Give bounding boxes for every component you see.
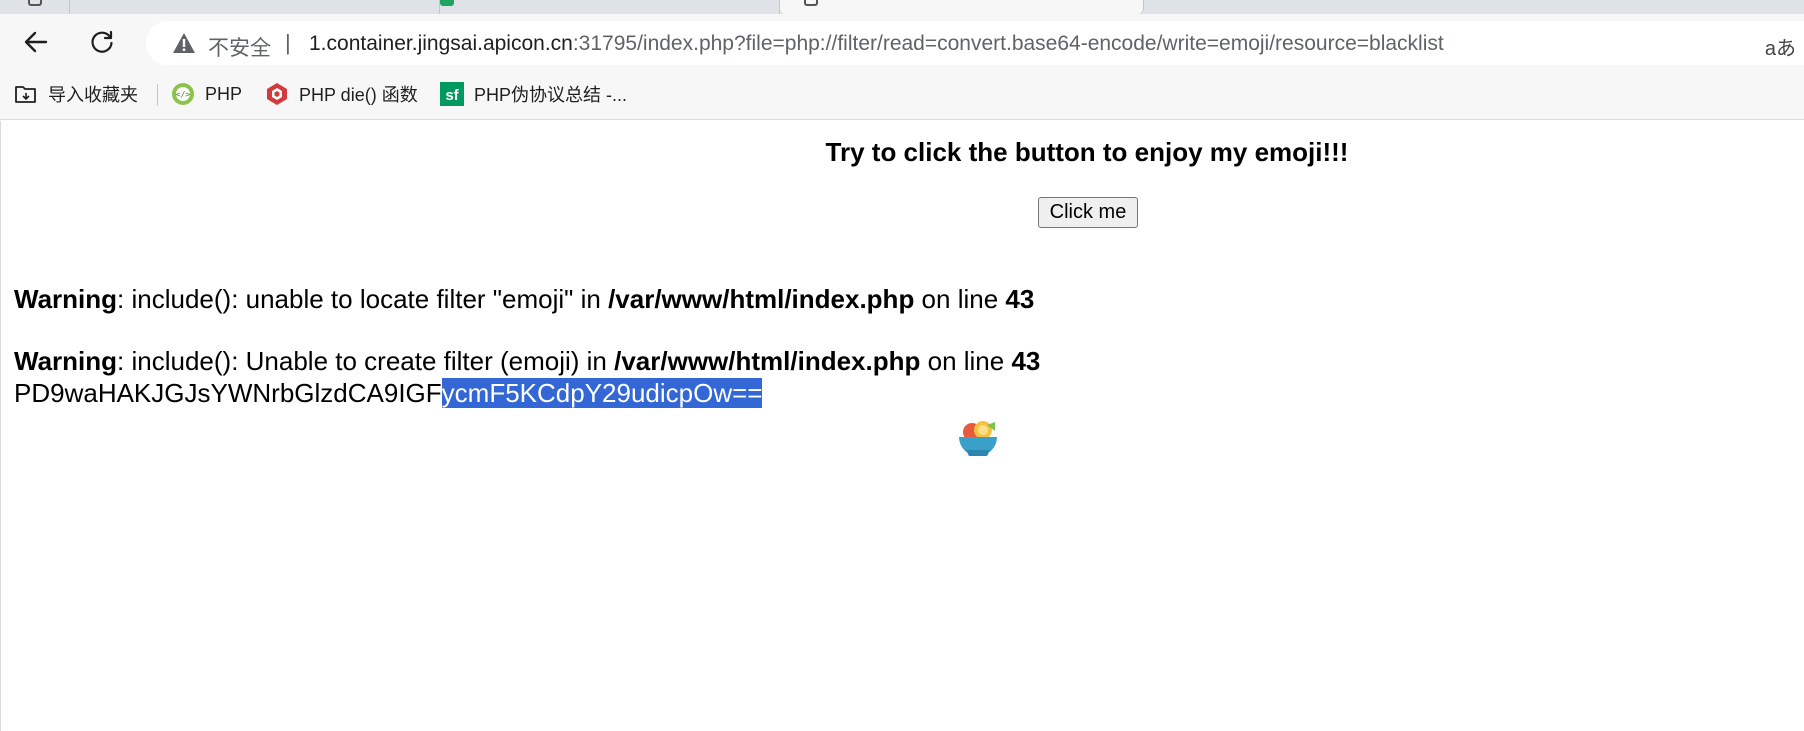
base64-output: PD9waHAKJGJsYWNrbGlzdCA9IGFycmF5KCdpY29u… (14, 378, 763, 409)
bookmark-label: 导入收藏夹 (48, 85, 138, 105)
tab-2[interactable] (70, 0, 440, 14)
bookmark-php-protocols[interactable]: sf PHP伪协议总结 -... (440, 81, 627, 107)
navigation-toolbar: 不安全 | 1.container.jingsai.apicon.cn:3179… (0, 14, 1804, 70)
tab-favicon-icon (804, 0, 818, 6)
warning-label: Warning (14, 284, 118, 314)
warning-path: /var/www/html/index.php (614, 346, 921, 376)
back-button[interactable] (16, 24, 56, 60)
fruit-bowl-emoji (959, 421, 997, 456)
web-page-content: Try to click the button to enjoy my emoj… (0, 121, 1804, 731)
bookmarks-bar: 导入收藏夹 </> PHP PHP die() 函数 sf PHP伪协议总结 -… (0, 70, 1804, 120)
page-headline: Try to click the button to enjoy my emoj… (825, 137, 1349, 167)
reload-icon (91, 30, 113, 53)
url-text[interactable]: 1.container.jingsai.apicon.cn:31795/inde… (309, 32, 1444, 56)
runoob-icon (265, 82, 289, 106)
reload-button[interactable] (82, 24, 122, 60)
not-secure-label[interactable]: 不安全 (208, 32, 271, 62)
svg-text:sf: sf (445, 87, 459, 104)
bookmark-php-die[interactable]: PHP die() 函数 (265, 81, 418, 107)
address-bar[interactable]: 不安全 | 1.container.jingsai.apicon.cn:3179… (146, 21, 1804, 65)
warning-label: Warning (14, 346, 118, 376)
bookmark-label: PHP die() 函数 (299, 85, 418, 105)
php-site-icon: </> (171, 82, 195, 106)
warning-on-line: on line (920, 346, 1012, 376)
warning-message: : include(): unable to locate filter "em… (117, 284, 609, 314)
not-secure-warning-icon[interactable] (172, 32, 196, 54)
tab-3[interactable] (440, 0, 780, 14)
bookmark-label: PHP伪协议总结 -... (474, 85, 628, 105)
tab-strip (0, 0, 1804, 14)
tab-favicon-icon (28, 0, 42, 6)
warning-on-line: on line (914, 284, 1006, 314)
php-warning-1: Warning: include(): unable to locate fil… (14, 284, 1034, 315)
url-path: :31795/index.php?file=php://filter/read=… (572, 32, 1444, 55)
bookmark-label: PHP (205, 83, 243, 104)
bookmark-import-favorites[interactable]: 导入收藏夹 (14, 81, 138, 107)
base64-selected-text: ycmF5KCdpY29udicpOw== (441, 378, 763, 408)
tab-active[interactable] (780, 0, 1144, 14)
tab-1[interactable] (0, 0, 70, 14)
back-arrow-icon (24, 31, 48, 53)
tab-favicon-icon (440, 0, 454, 6)
read-aloud-icon[interactable]: aあ (1765, 32, 1796, 61)
svg-text:</>: </> (176, 90, 191, 99)
warning-path: /var/www/html/index.php (608, 284, 915, 314)
import-favorites-icon (14, 82, 38, 106)
warning-line-number: 43 (1005, 284, 1035, 314)
url-host: 1.container.jingsai.apicon.cn (309, 32, 573, 55)
base64-plain-text: PD9waHAKJGJsYWNrbGlzdCA9IGF (14, 378, 442, 408)
php-warning-2: Warning: include(): Unable to create fil… (14, 346, 1040, 377)
segmentfault-icon: sf (440, 82, 464, 106)
warning-message: : include(): Unable to create filter (em… (117, 346, 615, 376)
address-separator: | (285, 30, 291, 55)
click-me-button[interactable]: Click me (1038, 197, 1138, 228)
bookmarks-divider (157, 84, 158, 106)
bookmark-php[interactable]: </> PHP (171, 81, 242, 107)
warning-line-number: 43 (1011, 346, 1041, 376)
